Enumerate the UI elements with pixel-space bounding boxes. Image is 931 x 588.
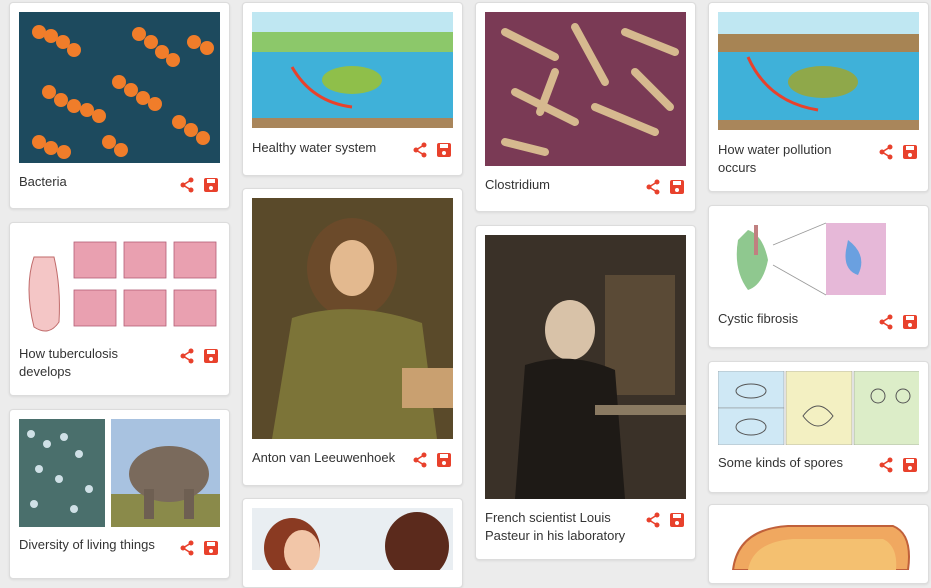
card-actions — [645, 512, 685, 528]
leeuwenhoek-image[interactable] — [252, 198, 453, 439]
water-pollution-image[interactable] — [718, 12, 919, 130]
card-caption: Anton van Leeuwenhoek — [252, 450, 396, 465]
card-cystic-fibrosis[interactable]: Cystic fibrosis — [708, 205, 929, 348]
save-icon[interactable] — [669, 179, 685, 195]
bacterial-cell-image[interactable] — [718, 514, 919, 570]
card-actions — [412, 142, 452, 158]
share-icon[interactable] — [878, 457, 894, 473]
card-bacteria[interactable]: Bacteria — [9, 2, 230, 209]
clostridium-image[interactable] — [485, 12, 686, 166]
save-icon[interactable] — [669, 512, 685, 528]
share-icon[interactable] — [645, 179, 661, 195]
save-icon[interactable] — [436, 142, 452, 158]
tuberculosis-image[interactable] — [19, 232, 220, 340]
doctor-patient-image[interactable] — [252, 508, 453, 570]
spores-image[interactable] — [718, 371, 919, 445]
share-icon[interactable] — [179, 540, 195, 556]
card-actions — [179, 177, 219, 193]
card-clostridium[interactable]: Clostridium — [475, 2, 696, 212]
card-caption: French scientist Louis Pasteur in his la… — [485, 510, 626, 543]
card-caption: Cystic fibrosis — [718, 311, 799, 326]
card-actions — [645, 179, 685, 195]
save-icon[interactable] — [902, 457, 918, 473]
share-icon[interactable] — [179, 348, 195, 364]
card-actions — [179, 540, 219, 556]
card-caption: How tuberculosis develops — [19, 346, 118, 379]
save-icon[interactable] — [902, 314, 918, 330]
card-caption: Diversity of living things — [19, 537, 155, 552]
card-diversity[interactable]: Diversity of living things — [9, 409, 230, 579]
save-icon[interactable] — [203, 540, 219, 556]
pasteur-image[interactable] — [485, 235, 686, 499]
card-caption: Some kinds of spores — [718, 455, 844, 470]
card-caption: Clostridium — [485, 177, 551, 192]
share-icon[interactable] — [645, 512, 661, 528]
save-icon[interactable] — [203, 348, 219, 364]
card-caption: Healthy water system — [252, 140, 377, 155]
card-pasteur[interactable]: French scientist Louis Pasteur in his la… — [475, 225, 696, 560]
share-icon[interactable] — [412, 452, 428, 468]
card-partial-col4[interactable] — [708, 504, 929, 584]
card-actions — [412, 452, 452, 468]
share-icon[interactable] — [878, 144, 894, 160]
save-icon[interactable] — [902, 144, 918, 160]
card-partial-col2[interactable] — [242, 498, 463, 588]
healthy-water-image[interactable] — [252, 12, 453, 128]
save-icon[interactable] — [203, 177, 219, 193]
card-water-pollution[interactable]: How water pollution occurs — [708, 2, 929, 192]
card-tuberculosis[interactable]: How tuberculosis develops — [9, 222, 230, 396]
card-actions — [878, 314, 918, 330]
share-icon[interactable] — [179, 177, 195, 193]
card-healthy-water[interactable]: Healthy water system — [242, 2, 463, 176]
cystic-fibrosis-image[interactable] — [718, 215, 919, 303]
card-actions — [179, 348, 219, 364]
save-icon[interactable] — [436, 452, 452, 468]
card-caption: Bacteria — [19, 174, 67, 189]
share-icon[interactable] — [878, 314, 894, 330]
card-caption: How water pollution occurs — [718, 142, 832, 175]
card-actions — [878, 144, 918, 160]
card-spores[interactable]: Some kinds of spores — [708, 361, 929, 493]
card-actions — [878, 457, 918, 473]
share-icon[interactable] — [412, 142, 428, 158]
card-leeuwenhoek[interactable]: Anton van Leeuwenhoek — [242, 188, 463, 486]
diversity-image[interactable] — [19, 419, 220, 527]
bacteria-image[interactable] — [19, 12, 220, 163]
